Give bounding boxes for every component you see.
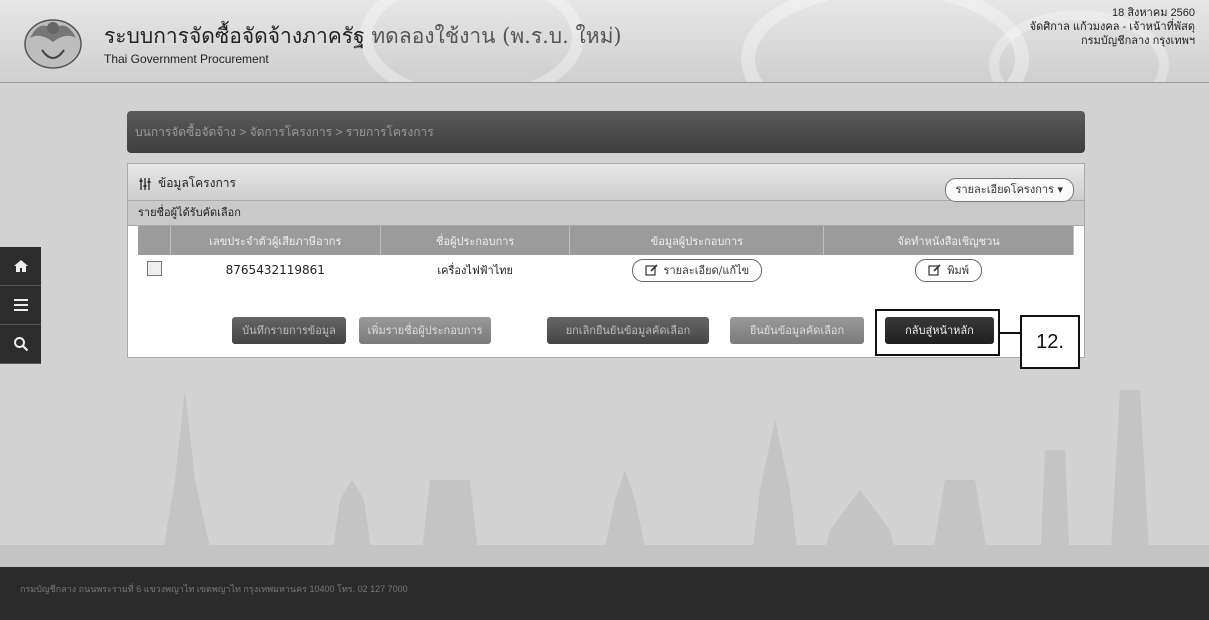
site-header: ระบบการจัดซื้อจัดจ้างภาครัฐ ทดลองใช้งาน … <box>0 0 1209 83</box>
edit-icon <box>928 263 941 276</box>
search-button[interactable] <box>0 325 41 364</box>
site-title: ระบบการจัดซื้อจัดจ้างภาครัฐ ทดลองใช้งาน … <box>104 24 622 48</box>
temple-skyline-background <box>0 390 1209 570</box>
project-details-dropdown[interactable]: รายละเอียดโครงการ ▾ <box>944 178 1074 202</box>
site-subtitle: Thai Government Procurement <box>104 52 269 66</box>
selected-vendors-table: เลขประจำตัวผู้เสียภาษีอากร ชื่อผู้ประกอบ… <box>138 226 1074 285</box>
site-footer: กรมบัญชีกลาง ถนนพระรามที่ 6 แขวงพญาไท เข… <box>0 567 1209 620</box>
panel-title: ข้อมูลโครงการ <box>138 174 236 193</box>
print-invitation-button[interactable]: พิมพ์ <box>915 258 983 282</box>
tax-id-cell: 8765432119861 <box>225 263 325 277</box>
menu-button[interactable] <box>0 286 41 325</box>
menu-icon <box>13 299 28 311</box>
vendor-name-cell: เครื่องไฟฟ้าไทย <box>437 264 513 277</box>
column-header-vendor: ชื่อผู้ประกอบการ <box>380 226 571 255</box>
confirm-selection-button[interactable]: ยืนยันข้อมูลคัดเลือก <box>730 317 864 344</box>
chevron-down-icon: ▾ <box>1057 183 1063 196</box>
table-row: 8765432119861 เครื่องไฟฟ้าไทย รายละเอียด… <box>138 255 1074 285</box>
search-icon <box>13 337 28 352</box>
step-number-callout: 12. <box>1020 315 1080 369</box>
home-icon <box>13 260 28 272</box>
cancel-confirm-selection-button[interactable]: ยกเลิกยืนยันข้อมูลคัดเลือก <box>547 317 709 344</box>
user-name-role: จัดศิกาล แก้วมงคล - เจ้าหน้าที่พัสดุ <box>1029 21 1195 33</box>
home-button[interactable] <box>0 247 41 286</box>
vendor-details-button[interactable]: รายละเอียด/แก้ไข <box>631 258 763 282</box>
settings-sliders-icon <box>139 177 151 190</box>
breadcrumb: บนการจัดซื้อจัดจ้าง > จัดการโครงการ > รา… <box>127 111 1085 153</box>
current-date: 18 สิงหาคม 2560 <box>1112 7 1195 19</box>
checkbox-column-header <box>138 226 171 255</box>
add-vendor-button[interactable]: เพิ่มรายชื่อผู้ประกอบการ <box>359 317 491 344</box>
user-info: 18 สิงหาคม 2560 จัดศิกาล แก้วมงคล - เจ้า… <box>1030 6 1195 48</box>
side-toolbar <box>0 247 41 364</box>
garuda-emblem-logo <box>24 19 82 69</box>
column-header-vendor-info: ข้อมูลผู้ประกอบการ <box>569 226 825 255</box>
column-header-tax-id: เลขประจำตัวผู้เสียภาษีอากร <box>170 226 381 255</box>
panel-header: ข้อมูลโครงการ รายละเอียดโครงการ ▾ <box>128 164 1084 202</box>
save-list-button[interactable]: บันทึกรายการข้อมูล <box>232 317 346 344</box>
edit-icon <box>644 263 658 276</box>
selected-vendors-label: รายชื่อผู้ได้รับคัดเลือก <box>128 201 1084 226</box>
row-select-checkbox[interactable] <box>146 261 162 276</box>
callout-connector <box>999 332 1021 334</box>
column-header-invitation: จัดทำหนังสือเชิญชวน <box>823 226 1074 255</box>
footer-address: กรมบัญชีกลาง ถนนพระรามที่ 6 แขวงพญาไท เข… <box>20 584 408 594</box>
step-highlight-box <box>875 309 1000 356</box>
user-department: กรมบัญชีกลาง กรุงเทพฯ <box>1080 35 1195 47</box>
